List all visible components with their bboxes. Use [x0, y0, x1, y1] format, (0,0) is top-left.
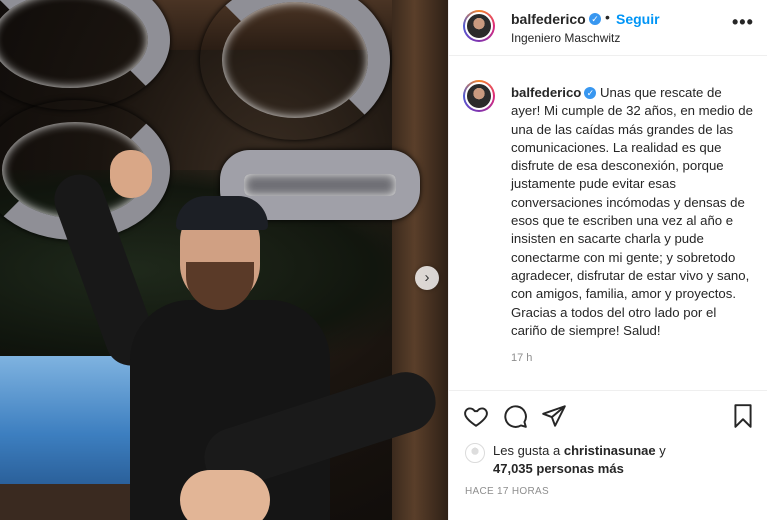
post-header: balfederico ✓ • Seguir Ingeniero Maschwi…	[449, 0, 767, 56]
post-photo[interactable]: ›	[0, 0, 448, 520]
avatar[interactable]	[463, 80, 495, 112]
chevron-right-icon[interactable]: ›	[415, 266, 439, 290]
avatar[interactable]	[463, 10, 495, 42]
caption-text: Unas que rescate de ayer! Mi cumple de 3…	[511, 85, 753, 338]
post-side-panel: balfederico ✓ • Seguir Ingeniero Maschwi…	[448, 0, 767, 520]
verified-icon: ✓	[589, 13, 601, 25]
likes-count-line: 47,035 personas más	[493, 461, 624, 476]
liker-username[interactable]: christinasunae	[564, 443, 656, 458]
header-username[interactable]: balfederico	[511, 11, 586, 27]
balloon-three-top	[0, 0, 170, 110]
bookmark-icon[interactable]	[730, 403, 756, 429]
likes-prefix: Les gusta a	[493, 443, 561, 458]
caption-username[interactable]: balfederico	[511, 85, 581, 100]
balloon-two-top	[200, 0, 390, 140]
follow-button[interactable]: Seguir	[616, 11, 660, 27]
share-icon[interactable]	[541, 403, 567, 429]
header-separator: •	[605, 9, 610, 25]
avatar[interactable]	[465, 443, 485, 463]
comment-time[interactable]: 17 h	[511, 352, 532, 364]
action-bar	[449, 390, 767, 440]
post-timestamp[interactable]: HACE 17 HORAS	[465, 486, 549, 497]
person-pointing-hand	[110, 150, 152, 198]
heart-icon[interactable]	[463, 403, 489, 429]
comment-icon[interactable]	[502, 403, 528, 429]
person-cap	[176, 196, 268, 230]
caption-text-block: balfederico ✓ Unas que rescate de ayer! M…	[511, 84, 753, 340]
likes-count[interactable]: 47,035 personas más	[493, 461, 624, 476]
location-link[interactable]: Ingeniero Maschwitz	[511, 31, 620, 45]
likes-conjunction: y	[659, 443, 666, 458]
likes-line: Les gusta a christinasunae y	[493, 443, 666, 458]
more-options-icon[interactable]: •••	[732, 12, 754, 33]
photo-wood-post	[392, 0, 448, 520]
person-front-hand	[180, 470, 270, 520]
verified-icon: ✓	[584, 87, 597, 99]
